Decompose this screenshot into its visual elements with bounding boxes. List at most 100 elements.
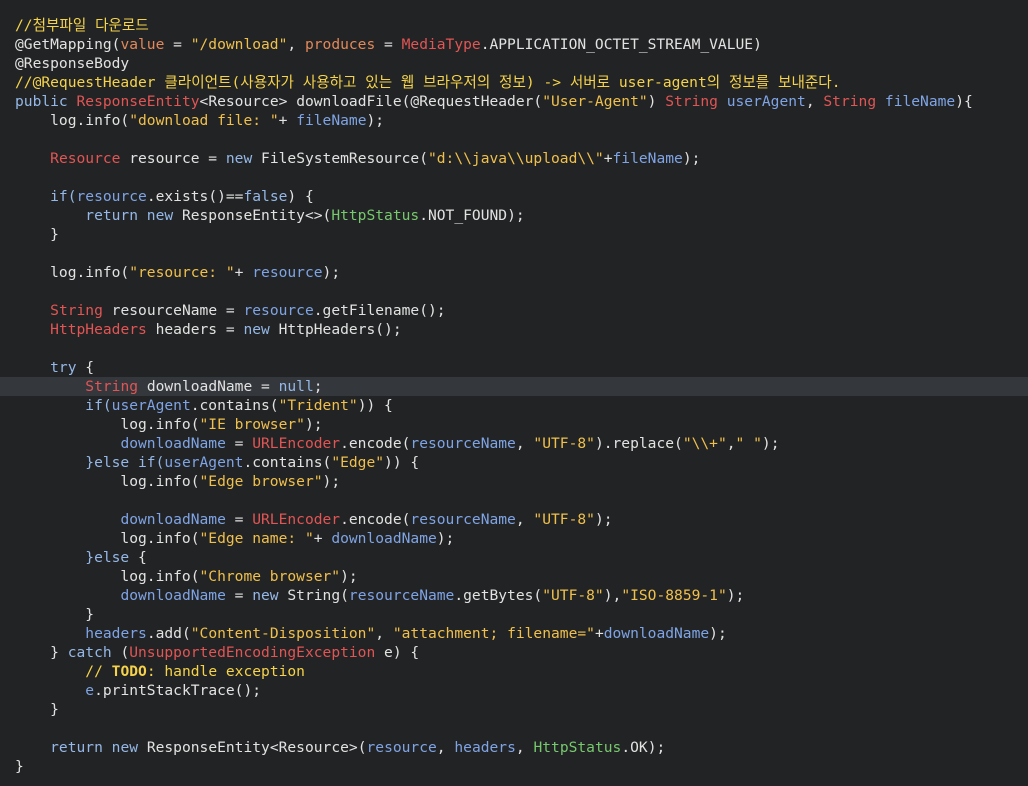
code-token: @GetMapping( xyxy=(15,36,121,53)
code-line[interactable]: String downloadName = null; xyxy=(0,377,1028,396)
code-token: fileName xyxy=(884,93,956,110)
code-token: log.info( xyxy=(15,568,200,585)
code-token: .APPLICATION_OCTET_STREAM_VALUE) xyxy=(480,36,762,53)
code-token: if( xyxy=(138,454,165,471)
code-line[interactable]: }else if(userAgent.contains("Edge")) { xyxy=(0,453,1028,472)
code-token: Resource xyxy=(50,150,130,167)
code-token: , xyxy=(436,739,455,756)
code-token: } xyxy=(15,701,59,718)
code-token: fileName xyxy=(612,150,683,167)
code-line[interactable]: e.printStackTrace(); xyxy=(0,681,1028,700)
code-line[interactable]: } xyxy=(0,700,1028,719)
code-line[interactable]: return new ResponseEntity<Resource>(reso… xyxy=(0,738,1028,757)
code-token: { xyxy=(85,359,95,376)
code-token: "ISO-8859-1" xyxy=(621,587,727,604)
code-line[interactable] xyxy=(0,244,1028,263)
code-token: ; xyxy=(313,378,323,395)
code-line[interactable]: log.info("resource: "+ resource); xyxy=(0,263,1028,282)
code-token: new xyxy=(111,739,147,756)
code-line[interactable] xyxy=(0,719,1028,738)
code-token: .getFilename(); xyxy=(313,302,446,319)
code-token: null xyxy=(278,378,314,395)
code-line[interactable] xyxy=(0,130,1028,149)
code-token: String xyxy=(50,302,112,319)
code-line[interactable]: String resourceName = resource.getFilena… xyxy=(0,301,1028,320)
code-line[interactable]: if(userAgent.contains("Trident")) { xyxy=(0,396,1028,415)
code-token: } xyxy=(15,644,68,661)
code-line[interactable]: log.info("IE browser"); xyxy=(0,415,1028,434)
code-token: log.info( xyxy=(15,264,130,281)
code-line[interactable]: downloadName = URLEncoder.encode(resourc… xyxy=(0,510,1028,529)
code-line[interactable]: HttpHeaders headers = new HttpHeaders(); xyxy=(0,320,1028,339)
code-token: }else xyxy=(15,549,139,566)
code-line[interactable]: } xyxy=(0,757,1028,776)
code-token: log.info( xyxy=(15,530,200,547)
code-token: "download file: " xyxy=(129,112,279,129)
code-token: e xyxy=(85,682,95,699)
code-line[interactable] xyxy=(0,282,1028,301)
code-token: , xyxy=(287,36,305,53)
code-token: userAgent xyxy=(111,397,191,414)
code-token: + xyxy=(594,625,604,642)
code-token: // xyxy=(15,663,112,680)
code-token: "Edge" xyxy=(331,454,385,471)
code-line[interactable]: log.info("download file: "+ fileName); xyxy=(0,111,1028,130)
code-line[interactable]: }else { xyxy=(0,548,1028,567)
code-token: e) { xyxy=(384,644,420,661)
code-line[interactable] xyxy=(0,339,1028,358)
code-line[interactable]: log.info("Chrome browser"); xyxy=(0,567,1028,586)
code-token: )) { xyxy=(357,397,393,414)
code-editor[interactable]: //첨부파일 다운로드 @GetMapping(value = "/downloa… xyxy=(0,0,1028,786)
code-token: .printStackTrace(); xyxy=(94,682,262,699)
code-token: "d:\\java\\upload\\" xyxy=(427,150,604,167)
code-line[interactable]: @ResponseBody xyxy=(0,54,1028,73)
code-token: resource xyxy=(243,302,314,319)
code-token: .encode( xyxy=(340,511,411,528)
code-token: ) xyxy=(647,93,666,110)
code-line[interactable]: if(resource.exists()==false) { xyxy=(0,187,1028,206)
code-line[interactable]: headers.add("Content-Disposition", "atta… xyxy=(0,624,1028,643)
code-token: "Chrome browser" xyxy=(199,568,341,585)
code-line[interactable]: @GetMapping(value = "/download", produce… xyxy=(0,35,1028,54)
code-token: .contains( xyxy=(243,454,332,471)
code-line[interactable]: log.info("Edge name: "+ downloadName); xyxy=(0,529,1028,548)
code-line[interactable]: //첨부파일 다운로드 xyxy=(0,16,1028,35)
code-token: = xyxy=(225,435,253,452)
code-token: new xyxy=(146,207,182,224)
code-token: "UTF-8" xyxy=(542,587,604,604)
code-token: ); xyxy=(761,435,780,452)
code-line[interactable]: log.info("Edge browser"); xyxy=(0,472,1028,491)
code-token: if( xyxy=(15,397,112,414)
code-line[interactable]: // TODO: handle exception xyxy=(0,662,1028,681)
code-line[interactable]: downloadName = new String(resourceName.g… xyxy=(0,586,1028,605)
code-line[interactable]: } catch (UnsupportedEncodingException e)… xyxy=(0,643,1028,662)
code-token: + xyxy=(313,530,332,547)
code-token: String xyxy=(823,93,885,110)
code-token: downloadName xyxy=(603,625,710,642)
code-line[interactable]: downloadName = URLEncoder.encode(resourc… xyxy=(0,434,1028,453)
code-line[interactable] xyxy=(0,491,1028,510)
code-line[interactable]: try { xyxy=(0,358,1028,377)
code-token: String xyxy=(85,378,147,395)
code-token: FileSystemResource( xyxy=(261,150,428,167)
code-token: , xyxy=(805,93,824,110)
code-token: ); xyxy=(682,150,701,167)
code-token: if( xyxy=(15,188,77,205)
code-line[interactable]: Resource resource = new FileSystemResour… xyxy=(0,149,1028,168)
code-token: log.info( xyxy=(15,112,130,129)
code-line[interactable]: public ResponseEntity<Resource> download… xyxy=(0,92,1028,111)
code-token: "attachment; filename=" xyxy=(392,625,595,642)
code-line[interactable] xyxy=(0,168,1028,187)
code-line[interactable]: } xyxy=(0,225,1028,244)
code-line[interactable]: //@RequestHeader 클라이언트(사용자가 사용하고 있는 웹 브라… xyxy=(0,73,1028,92)
code-token: = xyxy=(225,587,253,604)
code-line[interactable]: } xyxy=(0,605,1028,624)
code-line[interactable]: return new ResponseEntity<>(HttpStatus.N… xyxy=(0,206,1028,225)
code-token: ( xyxy=(357,739,367,756)
code-token: )) { xyxy=(384,454,420,471)
code-token: new xyxy=(252,587,288,604)
